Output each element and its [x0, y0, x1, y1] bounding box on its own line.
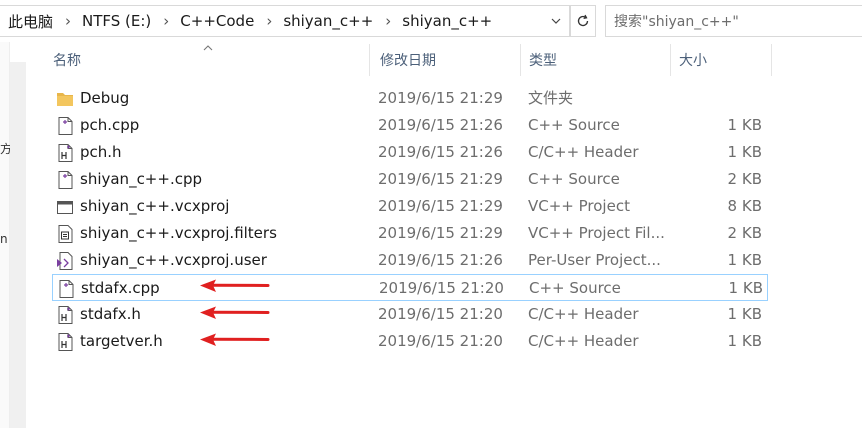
file-type: C/C++ Header: [528, 332, 639, 350]
file-name: stdafx.cpp: [81, 279, 160, 297]
file-name: shiyan_c++.cpp: [80, 170, 203, 188]
column-divider[interactable]: [520, 44, 521, 76]
column-header-type[interactable]: 类型: [529, 44, 669, 76]
file-type: C/C++ Header: [528, 305, 639, 323]
file-type: 文件夹: [528, 89, 574, 107]
file-type: C++ Source: [528, 116, 620, 134]
file-row[interactable]: shiyan_c++.vcxproj.filters 2019/6/15 21:2…: [52, 220, 768, 247]
breadcrumb-drive[interactable]: NTFS (E:): [82, 12, 151, 30]
search-placeholder: 搜索"shiyan_c++": [614, 14, 739, 30]
file-size: 8 KB: [727, 197, 762, 215]
column-header-name-label: 名称: [53, 53, 81, 69]
cpp-file-icon: [56, 116, 74, 136]
file-row[interactable]: stdafx.h 2019/6/15 21:20 C/C++ Header 1 KB: [52, 301, 768, 328]
filters-file-icon: [56, 224, 74, 244]
folder-icon: [56, 89, 74, 109]
search-input[interactable]: 搜索"shiyan_c++": [605, 5, 862, 37]
file-row[interactable]: stdafx.cpp 2019/6/15 21:20 C++ Source 1 KB: [52, 274, 768, 301]
header-file-icon: [56, 305, 74, 325]
column-header-modified-label: 修改日期: [380, 53, 436, 69]
file-name: targetver.h: [80, 332, 163, 350]
red-arrow-annotation: [198, 333, 270, 351]
file-row[interactable]: shiyan_c++.vcxproj.user 2019/6/15 21:26 Pe…: [52, 247, 768, 274]
file-row[interactable]: shiyan_c++.cpp 2019/6/15 21:29 C++ Source 2…: [52, 166, 768, 193]
address-bar[interactable]: 此电脑 › NTFS (E:) › C++Code › shiyan_c++ ›…: [0, 0, 597, 42]
file-name: stdafx.h: [80, 305, 141, 323]
file-type: C/C++ Header: [528, 143, 639, 161]
chevron-right-icon[interactable]: ›: [266, 12, 272, 30]
column-header-size-label: 大小: [679, 53, 707, 69]
file-name: shiyan_c++.vcxproj.user: [80, 251, 267, 269]
navigation-pane-scrollbar[interactable]: [10, 62, 26, 428]
file-size: 1 KB: [727, 251, 762, 269]
file-modified-date: 2019/6/15 21:29: [378, 170, 503, 188]
file-name: shiyan_c++.vcxproj: [80, 197, 230, 215]
breadcrumb-folder-cppcode[interactable]: C++Code: [180, 12, 254, 30]
column-divider[interactable]: [369, 44, 370, 76]
file-modified-date: 2019/6/15 21:20: [379, 279, 504, 297]
chevron-down-icon[interactable]: [544, 5, 568, 37]
breadcrumb-this-pc[interactable]: 此电脑: [8, 11, 53, 32]
file-name: shiyan_c++.vcxproj.filters: [80, 224, 277, 242]
file-size: 1 KB: [727, 143, 762, 161]
file-name: pch.h: [80, 143, 122, 161]
column-header-type-label: 类型: [529, 53, 557, 69]
file-size: 1 KB: [727, 116, 762, 134]
cpp-file-icon: [56, 170, 74, 190]
red-arrow-annotation: [198, 279, 270, 297]
file-modified-date: 2019/6/15 21:29: [378, 89, 503, 107]
refresh-button[interactable]: [570, 5, 596, 37]
red-arrow-annotation: [198, 306, 270, 324]
refresh-icon: [577, 14, 589, 27]
file-size: 1 KB: [727, 332, 762, 350]
vcxproj-file-icon: [56, 197, 74, 217]
file-type: C++ Source: [529, 279, 621, 297]
nav-pane-text-fragment[interactable]: n: [0, 232, 8, 246]
file-size: 1 KB: [728, 279, 763, 297]
file-size: 1 KB: [727, 305, 762, 323]
column-header-modified[interactable]: 修改日期: [380, 44, 520, 76]
column-divider[interactable]: [771, 44, 772, 76]
file-row[interactable]: shiyan_c++.vcxproj 2019/6/15 21:29 VC++ Pr…: [52, 193, 768, 220]
file-modified-date: 2019/6/15 21:26: [378, 251, 503, 269]
cpp-file-icon: [57, 279, 75, 299]
file-type: VC++ Project Fil...: [528, 224, 665, 242]
file-row[interactable]: targetver.h 2019/6/15 21:20 C/C++ Header 1 …: [52, 328, 768, 355]
breadcrumb-folder-shiyan-outer[interactable]: shiyan_c++: [283, 12, 373, 30]
header-file-icon: [56, 332, 74, 352]
file-modified-date: 2019/6/15 21:20: [378, 332, 503, 350]
file-modified-date: 2019/6/15 21:26: [378, 116, 503, 134]
file-modified-date: 2019/6/15 21:29: [378, 197, 503, 215]
navigation-pane[interactable]: 方 n: [0, 42, 12, 428]
file-row[interactable]: Debug 2019/6/15 21:29 文件夹: [52, 85, 768, 112]
file-modified-date: 2019/6/15 21:29: [378, 224, 503, 242]
file-size: [702, 85, 762, 112]
file-row[interactable]: pch.cpp 2019/6/15 21:26 C++ Source 1 KB: [52, 112, 768, 139]
chevron-right-icon[interactable]: ›: [65, 12, 71, 30]
file-name: Debug: [80, 89, 130, 107]
column-divider[interactable]: [670, 44, 671, 76]
file-type: Per-User Project...: [528, 251, 661, 269]
file-row[interactable]: pch.h 2019/6/15 21:26 C/C++ Header 1 KB: [52, 139, 768, 166]
file-modified-date: 2019/6/15 21:20: [378, 305, 503, 323]
file-size: 2 KB: [727, 224, 762, 242]
chevron-right-icon[interactable]: ›: [385, 12, 391, 30]
column-header-size[interactable]: 大小: [679, 44, 769, 76]
breadcrumb[interactable]: 此电脑 › NTFS (E:) › C++Code › shiyan_c++ ›…: [0, 5, 570, 37]
user-file-icon: [56, 251, 74, 271]
file-type: VC++ Project: [528, 197, 630, 215]
file-modified-date: 2019/6/15 21:26: [378, 143, 503, 161]
file-size: 2 KB: [727, 170, 762, 188]
file-name: pch.cpp: [80, 116, 140, 134]
column-header-name[interactable]: 名称: [53, 44, 368, 76]
file-type: C++ Source: [528, 170, 620, 188]
breadcrumb-folder-shiyan-inner[interactable]: shiyan_c++: [402, 12, 492, 30]
chevron-right-icon[interactable]: ›: [163, 12, 169, 30]
header-file-icon: [56, 143, 74, 163]
